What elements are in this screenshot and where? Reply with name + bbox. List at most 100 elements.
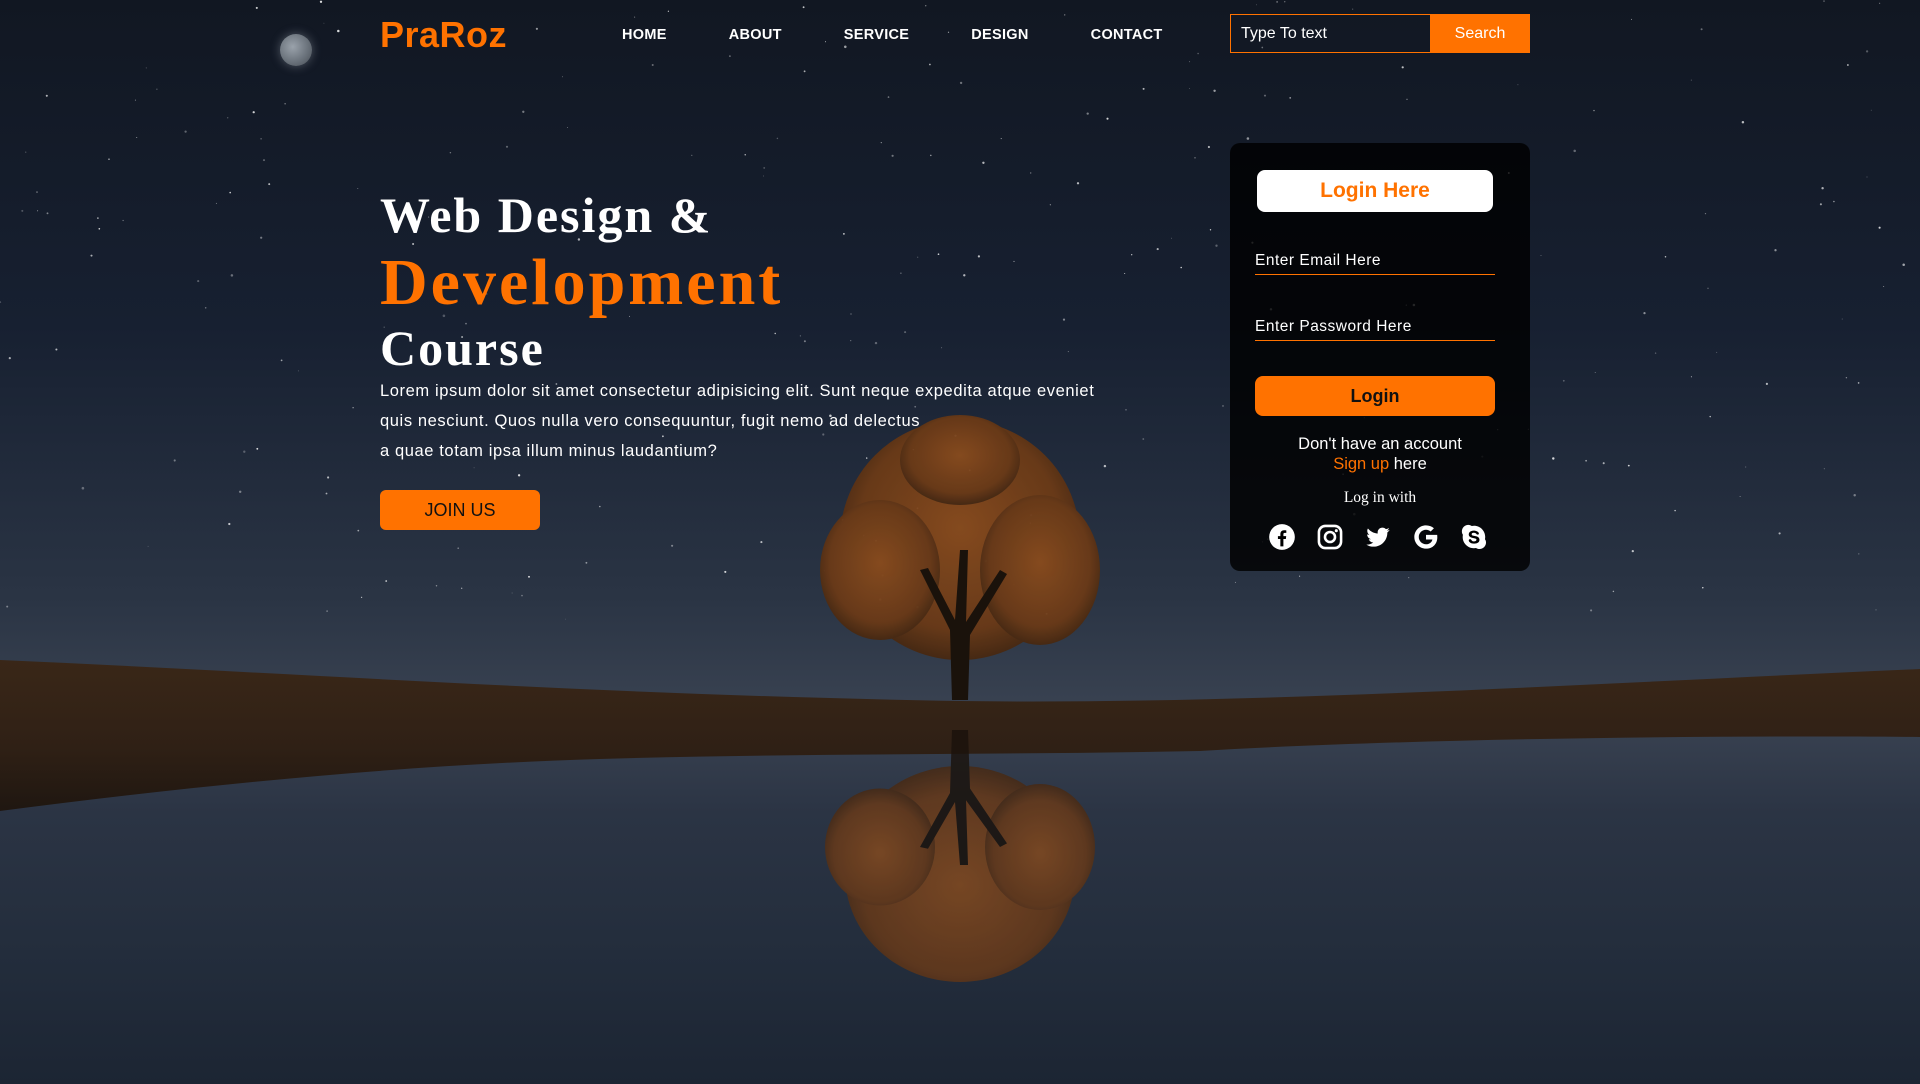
star [449, 151, 452, 154]
star [357, 188, 359, 189]
star [204, 307, 207, 309]
star [461, 587, 463, 589]
star [473, 467, 475, 469]
facebook-icon[interactable] [1268, 523, 1296, 551]
star [327, 476, 330, 479]
join-us-button[interactable]: JOIN US [380, 490, 540, 530]
star [1029, 172, 1032, 174]
email-field[interactable] [1255, 247, 1495, 275]
star [55, 348, 58, 351]
star [1408, 577, 1410, 579]
star [1602, 462, 1605, 465]
star [1276, 1, 1278, 3]
star [634, 16, 636, 18]
star [941, 347, 943, 349]
nav-service[interactable]: SERVICE [844, 27, 910, 43]
star [1086, 112, 1089, 115]
star [1857, 382, 1860, 384]
nav-home[interactable]: HOME [622, 27, 667, 43]
hero-title-line3: Course [380, 320, 545, 376]
hero-description-line2: quis nesciunt. Quos nulla vero consequun… [380, 412, 921, 430]
star [260, 236, 263, 239]
google-icon[interactable] [1412, 523, 1440, 551]
star [844, 45, 847, 49]
star [1585, 459, 1587, 462]
star [1194, 157, 1196, 159]
brand-logo[interactable]: PraRoz [380, 14, 507, 56]
star [145, 67, 147, 69]
star [1739, 496, 1741, 497]
star [1841, 318, 1843, 320]
star [1709, 415, 1711, 418]
instagram-icon[interactable] [1316, 523, 1344, 551]
login-button[interactable]: Login [1255, 376, 1495, 416]
star [1630, 18, 1632, 20]
star [1562, 379, 1565, 382]
nav-about[interactable]: ABOUT [729, 27, 782, 43]
hero-description-line3: a quae totam ipsa illum minus laudantium… [380, 442, 718, 460]
search-input[interactable] [1230, 14, 1430, 53]
nav-design[interactable]: DESIGN [971, 27, 1028, 43]
star [1352, 8, 1354, 10]
star [385, 580, 388, 582]
twitter-icon[interactable] [1364, 523, 1392, 551]
star [8, 357, 11, 360]
star [1299, 575, 1301, 577]
star [1517, 84, 1519, 86]
star [21, 209, 24, 212]
search-button[interactable]: Search [1430, 14, 1530, 53]
login-with-label: Log in with [1343, 489, 1417, 506]
nav-contact[interactable]: CONTACT [1091, 27, 1163, 43]
star [1778, 532, 1781, 535]
star [108, 158, 110, 161]
star [874, 341, 878, 345]
star [505, 145, 509, 148]
star [323, 22, 325, 24]
star [1573, 149, 1576, 153]
star [1156, 248, 1159, 251]
star [1401, 66, 1404, 69]
star [937, 253, 940, 256]
star [1171, 237, 1172, 239]
star [1690, 376, 1692, 378]
star [799, 335, 802, 337]
star [1215, 244, 1218, 247]
star [535, 27, 538, 30]
star [1188, 87, 1190, 89]
star [36, 191, 38, 194]
star [1552, 457, 1555, 460]
star [326, 610, 328, 612]
star [215, 202, 217, 204]
star [229, 191, 231, 194]
password-field[interactable] [1255, 313, 1495, 341]
star [319, 0, 323, 3]
star [1593, 109, 1595, 112]
star [357, 529, 360, 532]
signup-link[interactable]: Sign up [1333, 455, 1389, 473]
star [729, 55, 731, 57]
star [360, 596, 363, 598]
star [98, 227, 101, 230]
star [25, 151, 27, 153]
star [280, 359, 283, 362]
star [1406, 98, 1408, 100]
star [284, 103, 286, 105]
star [45, 94, 48, 97]
star [803, 340, 806, 343]
star [1821, 187, 1824, 190]
star [1741, 121, 1745, 124]
star [1631, 549, 1634, 553]
skype-icon[interactable] [1460, 523, 1488, 551]
star [1197, 52, 1199, 55]
star [1870, 109, 1872, 111]
star [1823, 0, 1825, 2]
star [763, 166, 766, 169]
star [691, 154, 693, 157]
star [517, 474, 521, 477]
star [297, 370, 299, 372]
star [744, 154, 746, 156]
star [173, 459, 176, 462]
star [904, 331, 907, 334]
star [1540, 255, 1542, 256]
star [1745, 466, 1747, 468]
